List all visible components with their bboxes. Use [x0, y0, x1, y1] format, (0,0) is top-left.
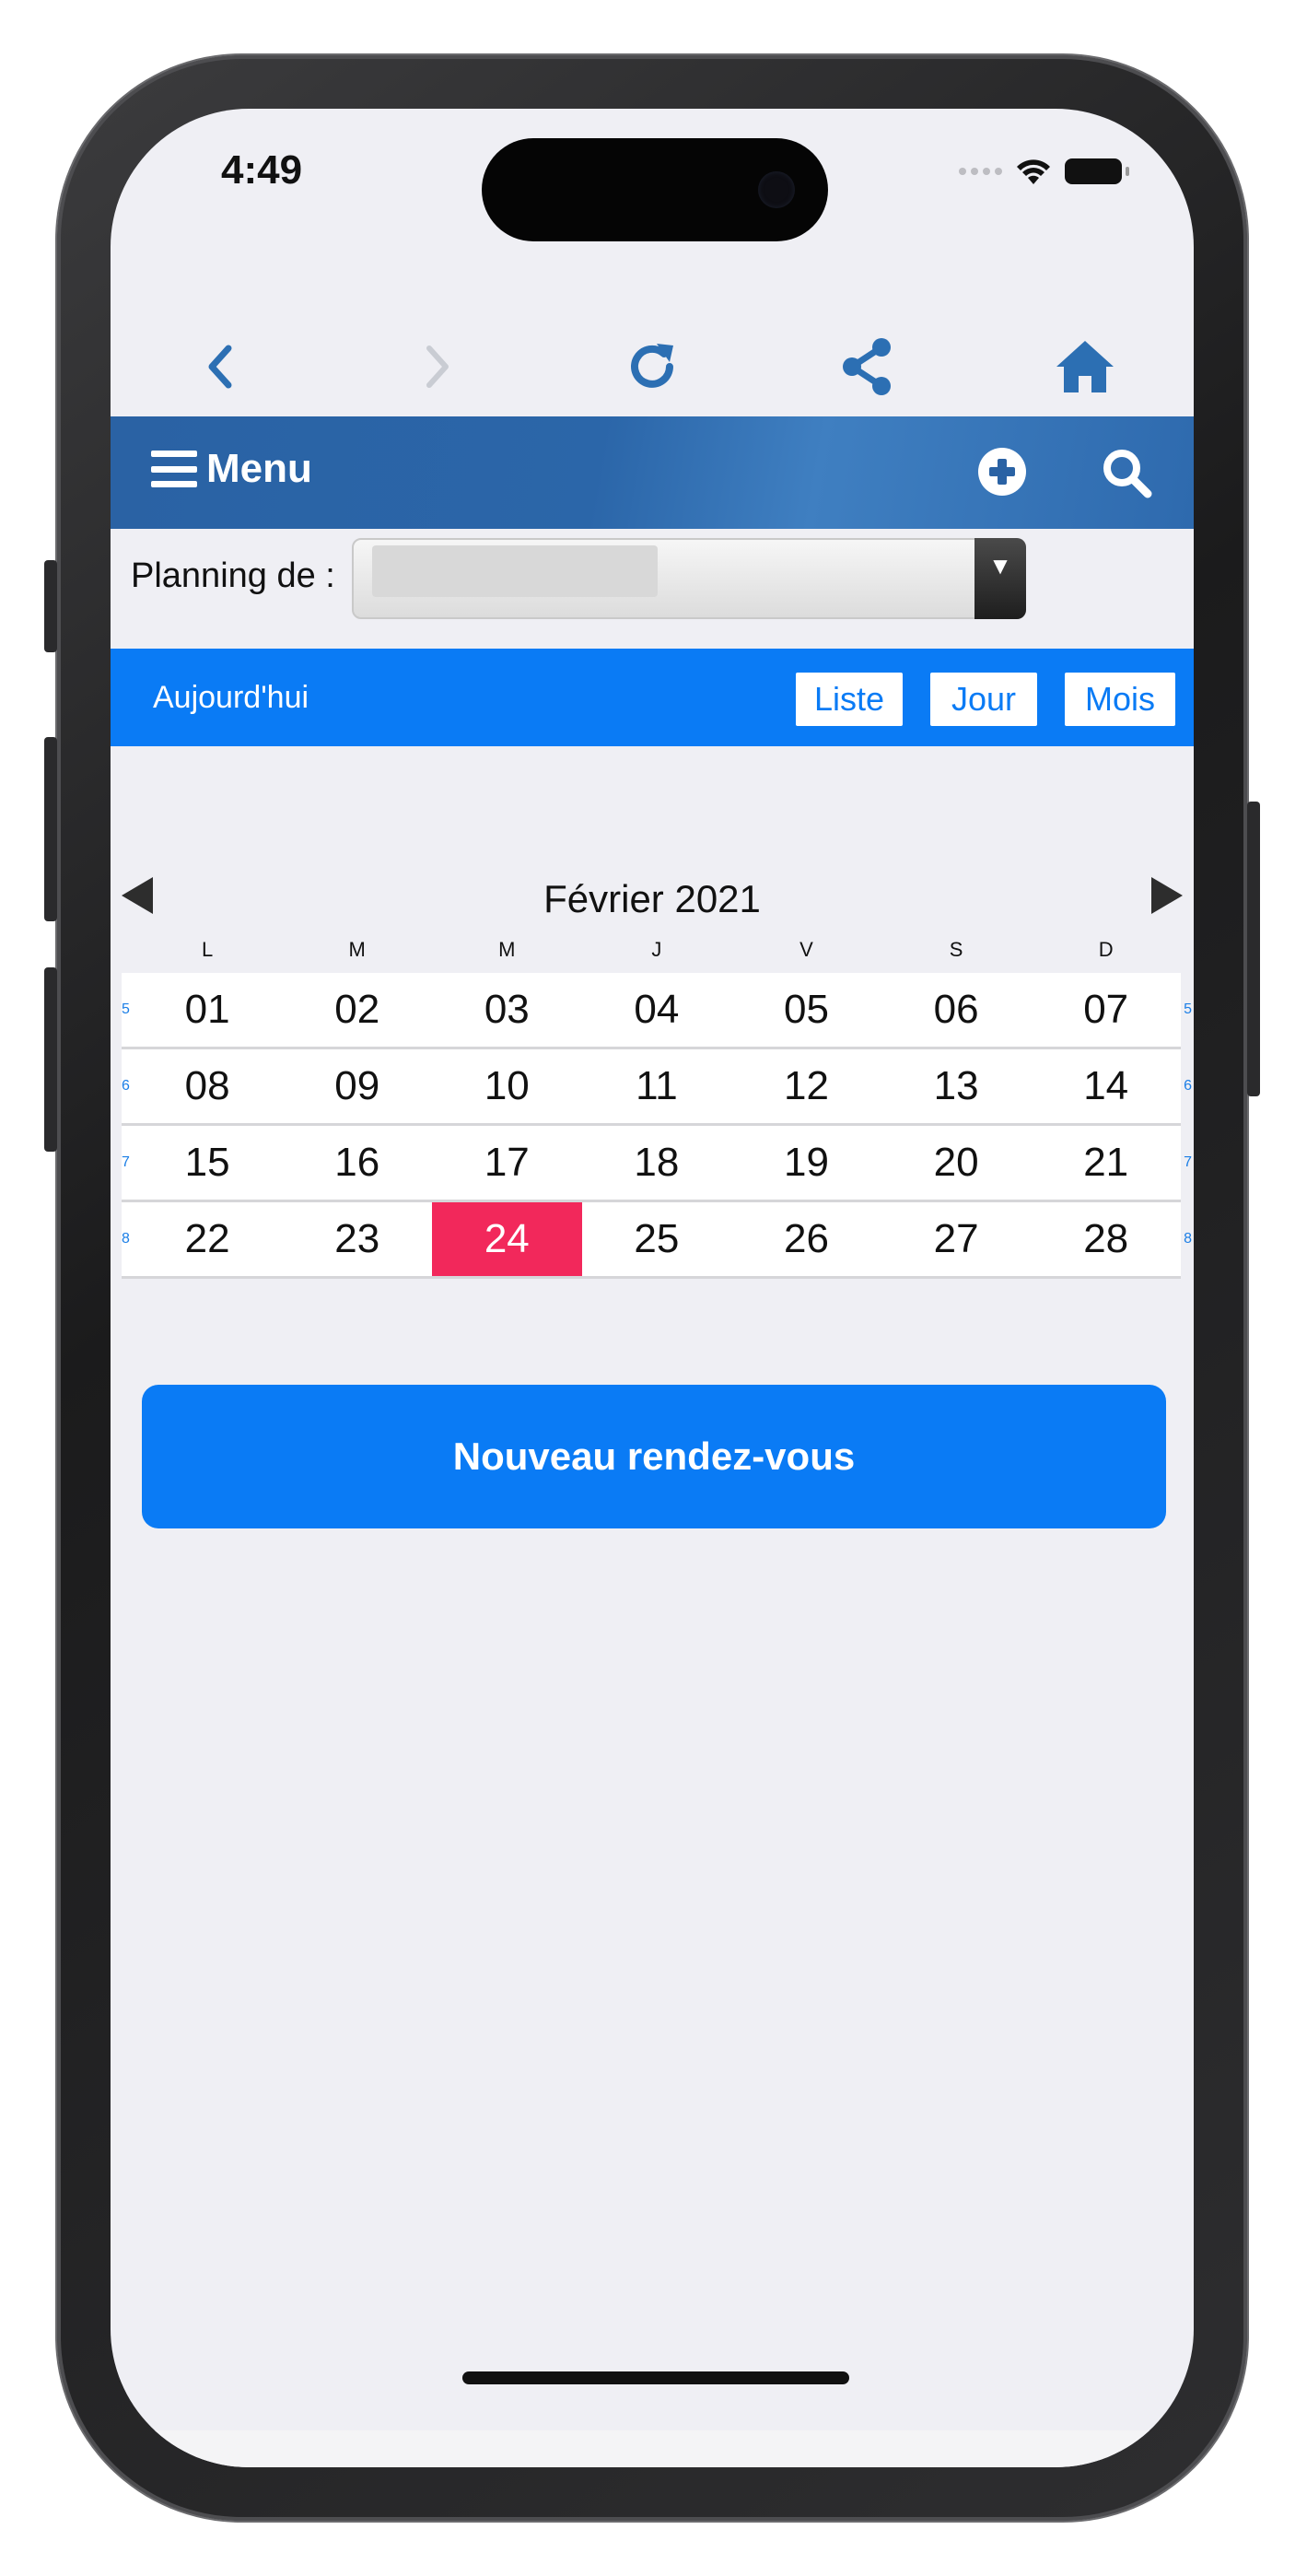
back-button[interactable]	[182, 330, 256, 404]
calendar-day[interactable]: 16	[282, 1126, 432, 1200]
planning-selected-value	[372, 545, 658, 597]
calendar-day[interactable]: 04	[582, 973, 732, 1047]
week-row: 7 15 16 17 18 19 20 21 7	[122, 1126, 1192, 1202]
week-number: 6	[1184, 1078, 1192, 1094]
calendar-day[interactable]: 14	[1031, 1049, 1181, 1123]
calendar-day[interactable]: 07	[1031, 973, 1181, 1047]
next-month-arrow-icon[interactable]	[1151, 877, 1183, 914]
dropdown-arrow-icon: ▼	[974, 538, 1026, 619]
calendar-day[interactable]: 01	[133, 973, 283, 1047]
calendar-day[interactable]: 09	[282, 1049, 432, 1123]
calendar-day[interactable]: 08	[133, 1049, 283, 1123]
week-number: 5	[1184, 1001, 1192, 1017]
calendar-day[interactable]: 22	[133, 1202, 283, 1276]
hamburger-icon	[151, 451, 197, 487]
week-number: 8	[122, 1231, 130, 1247]
action-button	[44, 560, 57, 652]
calendar-day[interactable]: 20	[881, 1126, 1032, 1200]
month-navigation: Février 2021	[111, 868, 1194, 932]
share-button[interactable]	[831, 330, 904, 404]
view-month-button[interactable]: Mois	[1065, 673, 1175, 726]
planning-label: Planning de :	[131, 556, 335, 595]
add-button[interactable]	[976, 446, 1028, 498]
reload-icon	[631, 344, 673, 388]
calendar-day[interactable]: 12	[731, 1049, 881, 1123]
calendar-day[interactable]: 23	[282, 1202, 432, 1276]
week-number: 7	[1184, 1154, 1192, 1170]
chevron-right-icon	[426, 345, 449, 388]
browser-toolbar	[111, 311, 1194, 422]
phone-frame: 4:49 Menu Planning de: ▼ Aujourd'hui Li…	[44, 55, 1260, 2521]
view-day-button[interactable]: Jour	[930, 673, 1037, 726]
calendar-day[interactable]: 19	[731, 1126, 881, 1200]
week-row: 8 22 23 24 25 26 27 28 8	[122, 1202, 1192, 1279]
weekday-label: V	[799, 938, 813, 961]
calendar-day[interactable]: 21	[1031, 1126, 1181, 1200]
calendar-day[interactable]: 03	[432, 973, 582, 1047]
view-list-button[interactable]: Liste	[796, 673, 903, 726]
calendar-day[interactable]: 17	[432, 1126, 582, 1200]
weekday-label: M	[348, 938, 366, 961]
volume-down-button	[44, 967, 57, 1152]
planning-row: Planning de : ▼	[111, 529, 1194, 630]
week-number: 8	[1184, 1231, 1192, 1247]
calendar-day-today[interactable]: 24	[432, 1202, 582, 1276]
menu-label: Menu	[206, 446, 312, 491]
month-title: Février 2021	[543, 877, 761, 920]
search-button[interactable]	[1100, 446, 1155, 501]
calendar-day[interactable]: 18	[582, 1126, 732, 1200]
volume-up-button	[44, 737, 57, 921]
share-icon	[843, 338, 891, 395]
planning-select[interactable]: ▼	[352, 538, 1026, 619]
calendar-day[interactable]: 06	[881, 973, 1032, 1047]
wifi-icon	[1017, 159, 1050, 184]
dynamic-island	[482, 138, 828, 241]
power-button	[1247, 802, 1260, 1096]
view-toolbar: Aujourd'hui Liste Jour Mois	[111, 649, 1194, 746]
status-indicators	[959, 157, 1129, 186]
weekday-label: J	[651, 938, 662, 961]
cellular-signal-icon	[959, 168, 1002, 175]
plus-circle-icon	[978, 448, 1026, 496]
screen: 4:49 Menu Planning de: ▼ Aujourd'hui Li…	[111, 109, 1194, 2467]
calendar-day[interactable]: 10	[432, 1049, 582, 1123]
home-button[interactable]	[1048, 330, 1122, 404]
calendar-day[interactable]: 27	[881, 1202, 1032, 1276]
calendar-day[interactable]: 13	[881, 1049, 1032, 1123]
status-time: 4:49	[221, 147, 303, 193]
home-indicator[interactable]	[462, 2371, 849, 2384]
calendar-day[interactable]: 11	[582, 1049, 732, 1123]
battery-icon	[1065, 158, 1129, 184]
weekday-label: M	[498, 938, 516, 961]
menu-button[interactable]: Menu	[151, 446, 312, 492]
weekday-header: L M M J V S D	[122, 936, 1181, 973]
week-number: 6	[122, 1078, 130, 1094]
calendar-day[interactable]: 15	[133, 1126, 283, 1200]
today-link[interactable]: Aujourd'hui	[153, 680, 309, 716]
calendar-day[interactable]: 02	[282, 973, 432, 1047]
weekday-label: D	[1098, 938, 1114, 961]
week-number: 7	[122, 1154, 130, 1170]
home-icon	[1056, 341, 1114, 392]
reload-button[interactable]	[615, 330, 689, 404]
week-row: 6 08 09 10 11 12 13 14 6	[122, 1049, 1192, 1126]
forward-button[interactable]	[402, 330, 475, 404]
weekday-label: S	[949, 938, 963, 961]
new-appointment-button[interactable]: Nouveau rendez-vous	[142, 1385, 1166, 1528]
calendar-grid: L M M J V S D 5 01 02 03 04 05 06 07 5 6	[122, 936, 1192, 1279]
calendar-day[interactable]: 28	[1031, 1202, 1181, 1276]
calendar-day[interactable]: 26	[731, 1202, 881, 1276]
week-row: 5 01 02 03 04 05 06 07 5	[122, 973, 1192, 1049]
app-header: Menu	[111, 416, 1194, 529]
bottom-area	[111, 2430, 1194, 2467]
calendar-day[interactable]: 05	[731, 973, 881, 1047]
calendar-day[interactable]: 25	[582, 1202, 732, 1276]
camera-icon	[758, 171, 795, 208]
chevron-left-icon	[208, 345, 232, 389]
week-number: 5	[122, 1001, 130, 1017]
weekday-label: L	[202, 938, 214, 961]
search-icon	[1103, 450, 1152, 498]
